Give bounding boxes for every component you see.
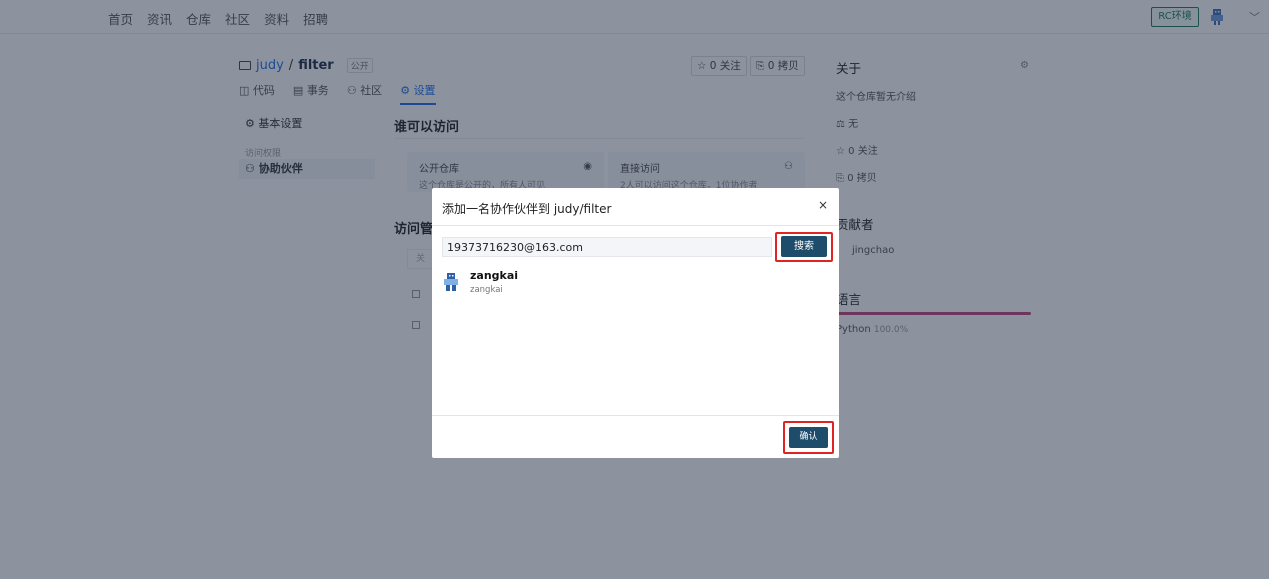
search-button[interactable]: 搜索 bbox=[781, 236, 827, 257]
dialog-header: 添加一名协作伙伴到 judy/filter × bbox=[432, 188, 839, 226]
user-avatar bbox=[444, 273, 458, 291]
add-collaborator-dialog: 添加一名协作伙伴到 judy/filter × 搜索 zangkai zangk… bbox=[432, 188, 839, 458]
dialog-footer-divider bbox=[432, 415, 839, 416]
close-icon[interactable]: × bbox=[816, 198, 830, 212]
result-display-name: zangkai bbox=[470, 269, 519, 282]
search-result-item[interactable]: zangkai zangkai bbox=[442, 268, 742, 298]
collaborator-search-input[interactable] bbox=[442, 237, 772, 257]
confirm-button[interactable]: 确认 bbox=[789, 427, 828, 448]
dialog-title: 添加一名协作伙伴到 judy/filter bbox=[442, 202, 612, 216]
result-username: zangkai bbox=[470, 285, 503, 295]
